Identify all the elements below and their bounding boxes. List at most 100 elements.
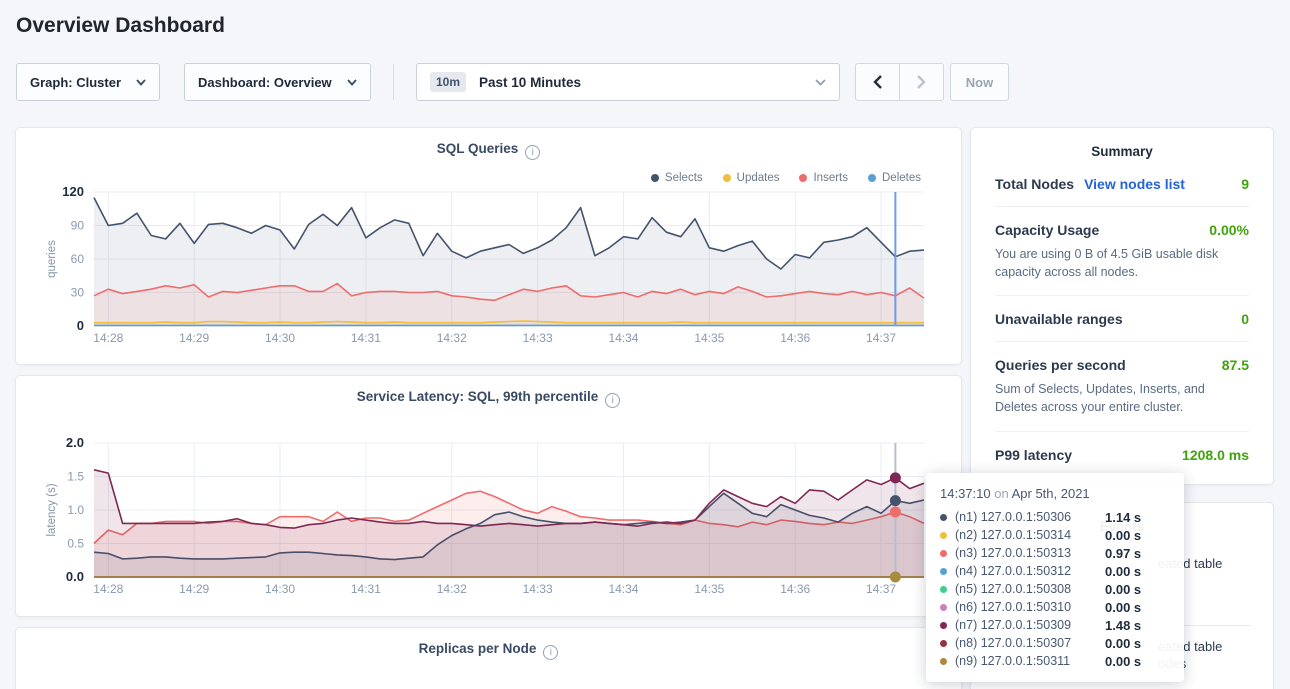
tooltip-node-value: 0.00 s [1105, 636, 1141, 651]
tooltip-date: Apr 5th, 2021 [1012, 486, 1090, 501]
svg-text:14:32: 14:32 [437, 331, 467, 345]
tooltip-node-value: 0.00 s [1105, 600, 1141, 615]
legend-dot-icon [868, 174, 876, 182]
unavailable-ranges-label: Unavailable ranges [995, 311, 1123, 327]
legend-dot-icon [799, 174, 807, 182]
tooltip-node-label: (n6) 127.0.0.1:50310 [955, 600, 1105, 614]
svg-text:1.5: 1.5 [67, 470, 84, 484]
y-axis-label: latency (s) [46, 483, 58, 536]
svg-text:0: 0 [77, 318, 84, 333]
svg-text:14:35: 14:35 [694, 582, 724, 596]
chart-title: Service Latency: SQL, 99th percentile [357, 389, 599, 404]
svg-text:2.0: 2.0 [66, 435, 84, 450]
svg-text:14:37: 14:37 [866, 331, 896, 345]
info-icon[interactable]: i [525, 145, 540, 160]
hover-dot [890, 572, 901, 583]
series-dot-icon [940, 622, 947, 629]
p99-latency-row: P99 latency 1208.0 ms [995, 432, 1249, 477]
time-range-badge: 10m [430, 72, 466, 92]
replicas-card: Replicas per Node i [15, 627, 962, 689]
tooltip-time: 14:37:10 [940, 486, 991, 501]
view-nodes-list-link[interactable]: View nodes list [1084, 176, 1185, 192]
series-dot-icon [940, 514, 947, 521]
tooltip-row: (n1) 127.0.0.1:503061.14 s [940, 508, 1170, 526]
chevron-down-icon [347, 79, 357, 86]
capacity-usage-row: Capacity Usage 0.00% You are using 0 B o… [995, 207, 1249, 296]
unavailable-ranges-value: 0 [1241, 311, 1249, 327]
series-dot-icon [940, 568, 947, 575]
time-prev-button[interactable] [856, 64, 900, 100]
tooltip-node-value: 0.00 s [1105, 528, 1141, 543]
tooltip-node-value: 1.14 s [1105, 510, 1141, 525]
unavailable-ranges-row: Unavailable ranges 0 [995, 296, 1249, 342]
svg-text:14:30: 14:30 [265, 582, 295, 596]
now-button[interactable]: Now [950, 63, 1009, 101]
sql-queries-chart[interactable]: 030609012014:2814:2914:3014:3114:3214:33… [16, 182, 963, 352]
svg-text:14:37: 14:37 [866, 582, 896, 596]
tooltip-node-value: 0.00 s [1105, 564, 1141, 579]
svg-text:14:31: 14:31 [351, 331, 381, 345]
svg-text:14:36: 14:36 [780, 582, 810, 596]
queries-per-second-description: Sum of Selects, Updates, Inserts, and De… [995, 380, 1249, 416]
tooltip-row: (n8) 127.0.0.1:503070.00 s [940, 634, 1170, 652]
tooltip-node-value: 0.97 s [1105, 546, 1141, 561]
svg-text:14:35: 14:35 [694, 331, 724, 345]
p99-latency-label: P99 latency [995, 447, 1072, 463]
hover-dot [890, 495, 901, 506]
capacity-usage-label: Capacity Usage [995, 222, 1099, 238]
chart-title: Replicas per Node [419, 641, 537, 656]
svg-text:90: 90 [71, 219, 85, 233]
tooltip-row: (n7) 127.0.0.1:503091.48 s [940, 616, 1170, 634]
toolbar-divider [393, 64, 394, 100]
tooltip-rows: (n1) 127.0.0.1:503061.14 s(n2) 127.0.0.1… [940, 508, 1170, 670]
charts-column: SQL Queriesi SelectsUpdatesInsertsDelete… [15, 127, 962, 689]
time-range-label: Past 10 Minutes [479, 75, 581, 90]
svg-text:14:31: 14:31 [351, 582, 381, 596]
tooltip-row: (n6) 127.0.0.1:503100.00 s [940, 598, 1170, 616]
series-dot-icon [940, 604, 947, 611]
tooltip-node-label: (n5) 127.0.0.1:50308 [955, 582, 1105, 596]
series-dot-icon [940, 658, 947, 665]
y-axis-label: queries [46, 240, 58, 278]
time-range-picker[interactable]: 10m Past 10 Minutes [416, 63, 840, 101]
latency-chart[interactable]: 0.00.51.01.52.014:2814:2914:3014:3114:32… [16, 433, 963, 603]
hover-dot [890, 507, 901, 518]
total-nodes-value: 9 [1241, 176, 1249, 192]
chevron-right-icon [916, 74, 927, 90]
svg-text:14:28: 14:28 [93, 331, 123, 345]
svg-text:0.0: 0.0 [66, 569, 84, 584]
queries-per-second-row: Queries per second 87.5 Sum of Selects, … [995, 342, 1249, 431]
tooltip-node-label: (n7) 127.0.0.1:50309 [955, 618, 1105, 632]
time-next-button[interactable] [900, 64, 943, 100]
dashboard-dropdown[interactable]: Dashboard: Overview [184, 63, 371, 101]
tooltip-node-label: (n1) 127.0.0.1:50306 [955, 510, 1105, 524]
dashboard-dropdown-label: Dashboard: Overview [198, 75, 332, 90]
chart-title: SQL Queries [437, 141, 519, 156]
svg-text:14:29: 14:29 [179, 331, 209, 345]
chevron-left-icon [872, 74, 883, 90]
tooltip-node-value: 0.00 s [1105, 582, 1141, 597]
svg-text:14:30: 14:30 [265, 331, 295, 345]
svg-text:14:34: 14:34 [608, 331, 638, 345]
capacity-usage-value: 0.00% [1209, 222, 1249, 238]
legend-dot-icon [723, 174, 731, 182]
tooltip-node-label: (n9) 127.0.0.1:50311 [955, 654, 1105, 668]
summary-title: Summary [995, 128, 1249, 161]
tooltip-node-value: 1.48 s [1105, 618, 1141, 633]
svg-text:14:33: 14:33 [523, 582, 553, 596]
chevron-down-icon [815, 79, 826, 86]
tooltip-row: (n9) 127.0.0.1:503110.00 s [940, 652, 1170, 670]
graph-dropdown[interactable]: Graph: Cluster [16, 63, 160, 101]
p99-latency-value: 1208.0 ms [1182, 447, 1249, 463]
hover-dot [890, 472, 901, 483]
page-title: Overview Dashboard [0, 0, 1290, 38]
sql-queries-card: SQL Queriesi SelectsUpdatesInsertsDelete… [15, 127, 962, 365]
tooltip-node-label: (n3) 127.0.0.1:50313 [955, 546, 1105, 560]
info-icon[interactable]: i [605, 393, 620, 408]
info-icon[interactable]: i [543, 645, 558, 660]
latency-card: Service Latency: SQL, 99th percentile i l… [15, 375, 962, 617]
series-dot-icon [940, 586, 947, 593]
summary-panel: Summary Total Nodes View nodes list 9 Ca… [970, 127, 1274, 485]
svg-text:30: 30 [71, 286, 85, 300]
chart-hover-tooltip: 14:37:10 on Apr 5th, 2021 (n1) 127.0.0.1… [926, 473, 1184, 682]
